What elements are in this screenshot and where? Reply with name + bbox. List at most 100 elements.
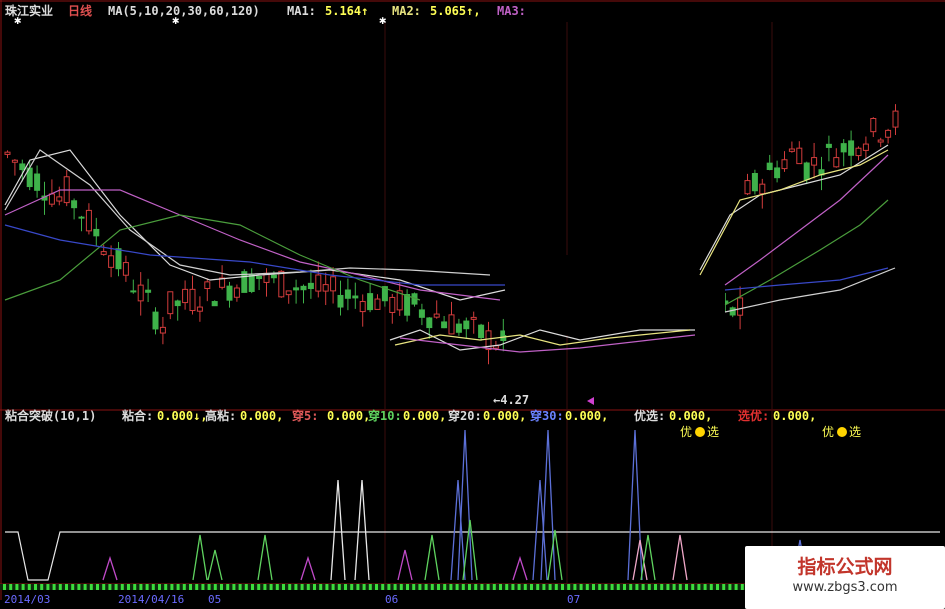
watermark-url: www.zbgs3.com: [792, 580, 898, 595]
date-bar-tick: [275, 584, 279, 590]
indicator-item-label: 穿20:: [448, 408, 482, 423]
date-bar-tick: [511, 584, 515, 590]
candle-body: [4, 151, 11, 155]
candle-body: [115, 248, 122, 270]
date-bar-tick: [195, 584, 199, 590]
watermark-title: 指标公式网: [797, 556, 893, 578]
ma10-line-right: [699, 149, 889, 276]
date-bar-tick: [96, 584, 99, 590]
date-bar-tick: [455, 584, 459, 590]
date-bar-tick: [368, 584, 372, 590]
candle-body: [278, 270, 285, 298]
date-bar-tick: [139, 584, 143, 590]
indicator-item-value: 0.000,: [240, 409, 283, 423]
candle-body: [322, 284, 329, 292]
candle-body: [862, 143, 869, 151]
candle-body: [855, 147, 862, 157]
candle-body: [34, 173, 41, 191]
indicator-item-value: 0.000,: [565, 409, 608, 423]
date-bar-tick: [654, 584, 657, 590]
candle-body: [337, 294, 344, 308]
candle-body: [130, 290, 137, 293]
date-bar-tick: [480, 584, 484, 590]
indicator-item-value: 0.000↓,: [157, 409, 208, 423]
candle-body: [159, 326, 166, 334]
date-bar-tick: [660, 584, 664, 590]
candle-body: [404, 294, 411, 316]
date-bar-tick: [418, 584, 422, 590]
date-bar-tick: [27, 584, 31, 590]
candle-body: [78, 216, 85, 219]
date-bar-tick: [151, 584, 155, 590]
ma1-value: 5.164↑: [325, 4, 368, 18]
candle-body: [233, 287, 240, 298]
candle-body: [174, 300, 181, 307]
indicator-spike: [257, 534, 273, 581]
candle-body: [211, 301, 218, 307]
date-bar-tick: [406, 584, 409, 590]
candle-body: [145, 289, 152, 293]
crosshair-star-icon: ✱: [172, 13, 179, 27]
candle-body: [478, 324, 485, 339]
candle-body: [56, 196, 63, 202]
date-bar-tick: [716, 584, 719, 590]
date-label: 2014/03: [4, 593, 50, 606]
date-label: 05: [208, 593, 221, 606]
candle-body: [122, 262, 129, 276]
date-bar-tick: [46, 584, 50, 590]
indicator-item-label: 优选:: [634, 408, 665, 423]
date-bar-tick: [542, 584, 546, 590]
date-bar-tick: [399, 584, 403, 590]
date-bar-tick: [573, 584, 577, 590]
candle-body: [418, 309, 425, 318]
candle-body: [100, 251, 107, 255]
date-bar-tick: [251, 584, 254, 590]
date-bar-tick: [89, 584, 93, 590]
date-bar-tick: [71, 584, 75, 590]
date-bar-tick: [356, 584, 360, 590]
indicator-spike: [102, 555, 118, 581]
ma2-value: 5.065↑,: [430, 4, 481, 18]
indicator-item-value: 0.000,: [483, 409, 526, 423]
candle-body: [833, 157, 840, 168]
candle-body: [359, 301, 366, 313]
date-bar-tick: [344, 584, 347, 590]
ma30-line-right: [724, 199, 889, 306]
ma10-line: [4, 149, 491, 276]
candle-body: [455, 323, 462, 333]
chart-canvas[interactable]: 珠江实业 日线 MA(5,10,20,30,60,120) MA1: 5.164↑ MA2…: [0, 0, 945, 609]
indicator-spike: [354, 479, 370, 581]
date-bar-tick: [164, 584, 168, 590]
indicator-spike: [450, 479, 466, 581]
indicator-spike: [300, 555, 316, 581]
date-bar-tick: [517, 584, 521, 590]
ma2-label: MA2:: [392, 4, 421, 18]
candle-body: [182, 288, 189, 304]
candle-body: [796, 147, 803, 165]
date-bar-tick: [263, 584, 267, 590]
date-bar-tick: [561, 584, 564, 590]
candle-body: [300, 285, 307, 291]
date-bar-tick: [201, 584, 205, 590]
date-label: 2014/04/16: [118, 593, 184, 606]
candle-body: [848, 140, 855, 156]
date-bar-tick: [182, 584, 186, 590]
date-bar-tick: [430, 584, 434, 590]
date-bar-tick: [641, 584, 645, 590]
date-bar-tick: [108, 584, 112, 590]
stock-name: 珠江实业: [5, 3, 53, 18]
signal-label-right: 选: [707, 425, 719, 439]
indicator-spike: [424, 534, 440, 581]
date-bar-tick: [282, 584, 285, 590]
date-bar-tick: [499, 584, 502, 590]
candle-body: [71, 200, 78, 209]
date-bar-tick: [83, 584, 87, 590]
candle-body: [470, 316, 477, 320]
date-label: 07: [567, 593, 580, 606]
candle-body: [892, 110, 899, 128]
candle-body: [330, 276, 337, 292]
signal-label-left: 优: [822, 425, 834, 439]
period-label: 日线: [68, 3, 92, 18]
date-bar-tick: [58, 584, 62, 590]
date-bar-tick: [548, 584, 552, 590]
